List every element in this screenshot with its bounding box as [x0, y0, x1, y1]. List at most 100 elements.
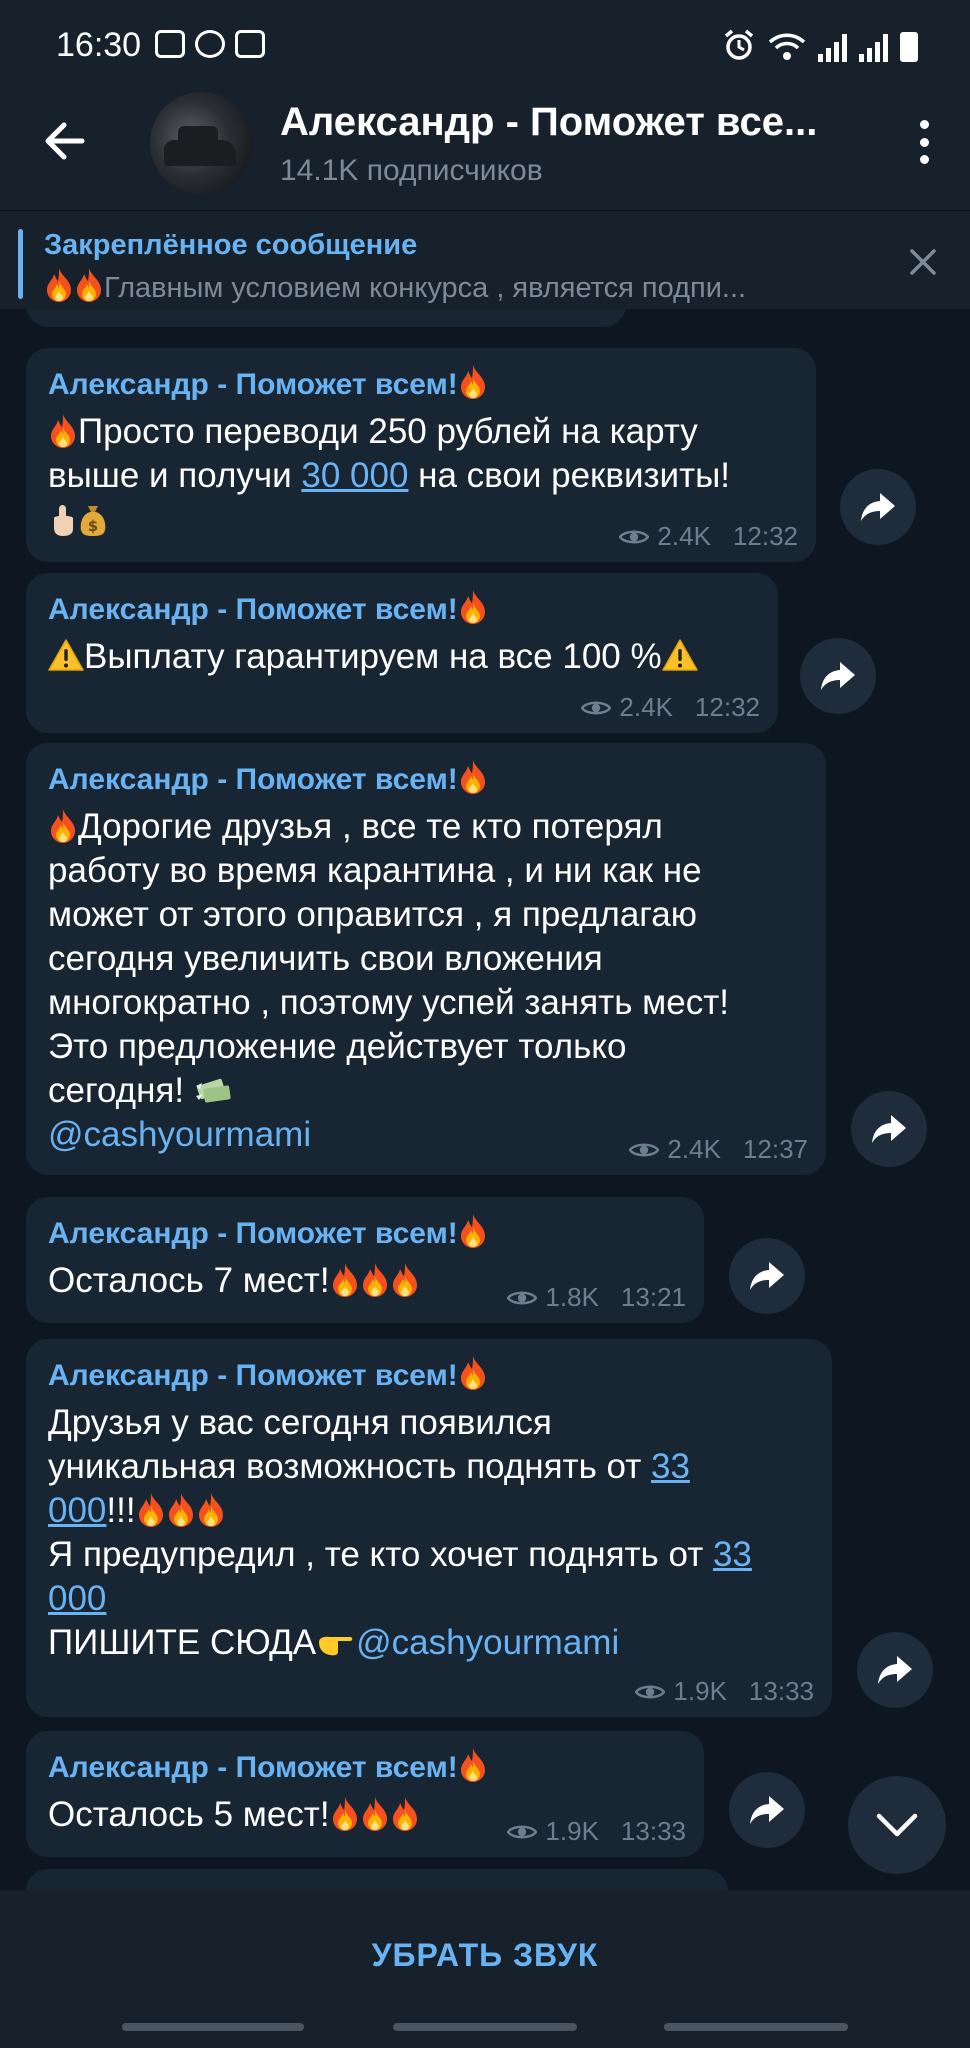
view-count: 2.4K	[619, 692, 673, 722]
notification-icons	[155, 30, 265, 58]
message-author: Александр - Поможет всем!	[48, 585, 758, 635]
pointing-hand-emoji-icon	[316, 1626, 356, 1660]
message-author: Александр - Поможет всем!	[48, 755, 806, 805]
message-time: 12:32	[694, 692, 760, 722]
mention-link[interactable]: @cashyourmami	[48, 1115, 311, 1154]
fire-emoji-icon	[74, 267, 104, 303]
forward-button[interactable]	[800, 638, 876, 714]
pinned-preview: Главным условием конкурса , является под…	[44, 267, 864, 305]
views-icon	[507, 1823, 537, 1841]
message-bubble[interactable]: Александр - Поможет всем! Дорогие друзья…	[26, 743, 826, 1175]
message-bubble[interactable]: Александр - Поможет всем! Осталось 7 мес…	[26, 1197, 704, 1323]
message-bubble[interactable]: Александр - Поможет всем! Друзья у вас с…	[26, 1339, 832, 1717]
message-text: Дорогие друзья , все те кто потерял рабо…	[48, 807, 729, 1154]
channel-title[interactable]: Александр - Поможет все...	[280, 100, 817, 145]
share-icon	[820, 660, 856, 692]
signal-2-icon	[859, 34, 888, 62]
message-bubble-partial	[26, 309, 626, 327]
pinned-text: Главным условием конкурса , является под…	[104, 272, 747, 304]
more-menu-icon[interactable]	[918, 120, 930, 164]
chevron-down-icon	[876, 1813, 918, 1837]
fire-emoji-icon	[458, 1355, 488, 1391]
flying-money-emoji-icon	[194, 1074, 234, 1108]
message-text: Друзья у вас сегодня появился уникальная…	[48, 1403, 752, 1662]
fire-emoji-icon	[196, 1492, 226, 1528]
fire-emoji-icon	[360, 1262, 390, 1298]
fire-emoji-icon	[458, 589, 488, 625]
share-icon	[749, 1260, 785, 1292]
amount-link[interactable]: 30 000	[301, 456, 408, 495]
views-icon	[507, 1289, 537, 1307]
share-icon	[749, 1794, 785, 1826]
status-bar: 16:30	[0, 0, 970, 80]
message-time: 12:37	[742, 1134, 808, 1164]
message-time: 12:32	[732, 521, 798, 551]
amount-link[interactable]: 000	[48, 1579, 106, 1618]
message-bubble-partial	[26, 1869, 728, 1890]
battery-icon	[900, 32, 918, 62]
view-count: 2.4K	[667, 1134, 721, 1164]
message-time: 13:33	[620, 1816, 686, 1846]
nav-recent-button[interactable]	[122, 2023, 304, 2031]
mute-button[interactable]: УБРАТЬ ЗВУК	[0, 1890, 970, 2020]
forward-button[interactable]	[851, 1091, 927, 1167]
whatsapp-icon	[195, 30, 225, 58]
message-author: Александр - Поможет всем!	[48, 1743, 684, 1793]
views-icon	[629, 1141, 659, 1159]
subscriber-count: 14.1K подписчиков	[280, 154, 543, 187]
nav-back-button[interactable]	[664, 2023, 848, 2031]
message-bubble[interactable]: Александр - Поможет всем! Просто перевод…	[26, 348, 816, 562]
fire-emoji-icon	[390, 1796, 420, 1832]
fire-emoji-icon	[458, 1213, 488, 1249]
channel-avatar[interactable]	[150, 92, 252, 194]
wifi-icon	[768, 33, 806, 60]
fire-emoji-icon	[48, 413, 78, 449]
view-count: 1.9K	[673, 1676, 727, 1706]
fire-emoji-icon	[136, 1492, 166, 1528]
view-count: 2.4K	[657, 521, 711, 551]
message-meta: 1.8K 13:21	[507, 1282, 686, 1313]
back-arrow-icon[interactable]	[40, 116, 90, 166]
viber-icon	[235, 30, 265, 58]
bottom-bar: УБРАТЬ ЗВУК	[0, 1890, 970, 2048]
fire-emoji-icon	[330, 1262, 360, 1298]
message-meta: 1.9K 13:33	[507, 1816, 686, 1847]
mention-link[interactable]: @cashyourmami	[356, 1623, 619, 1662]
message-meta: 2.4K 12:32	[581, 692, 760, 723]
forward-button[interactable]	[840, 469, 916, 545]
fire-emoji-icon	[166, 1492, 196, 1528]
pinned-message-bar[interactable]: Закреплённое сообщение Главным условием …	[0, 210, 970, 309]
message-meta: 1.9K 13:33	[635, 1676, 814, 1707]
amount-link[interactable]: 33	[713, 1535, 752, 1574]
view-count: 1.8K	[545, 1282, 599, 1312]
scroll-down-button[interactable]	[848, 1776, 946, 1874]
chat-header: Александр - Поможет все... 14.1K подписч…	[0, 80, 970, 210]
share-icon	[871, 1113, 907, 1145]
system-icons	[722, 28, 918, 62]
money-bag-emoji-icon	[78, 503, 108, 537]
fire-emoji-icon	[360, 1796, 390, 1832]
message-list[interactable]: Александр - Поможет всем! Просто перевод…	[0, 309, 970, 1890]
views-icon	[581, 699, 611, 717]
message-meta: 2.4K 12:37	[629, 1134, 808, 1165]
views-icon	[619, 528, 649, 546]
pinned-label: Закреплённое сообщение	[44, 229, 418, 261]
fire-emoji-icon	[458, 759, 488, 795]
message-time: 13:33	[748, 1676, 814, 1706]
signal-icon	[818, 34, 847, 62]
message-author: Александр - Поможет всем!	[48, 1351, 812, 1401]
warning-emoji-icon	[48, 638, 84, 672]
close-icon[interactable]	[908, 247, 938, 277]
message-bubble[interactable]: Александр - Поможет всем! Выплату гарант…	[26, 573, 778, 733]
message-author: Александр - Поможет всем!	[48, 1209, 684, 1259]
nav-home-button[interactable]	[393, 2023, 577, 2031]
share-icon	[877, 1654, 913, 1686]
forward-button[interactable]	[729, 1238, 805, 1314]
views-icon	[635, 1683, 665, 1701]
amount-link[interactable]: 33	[651, 1447, 690, 1486]
amount-link[interactable]: 000	[48, 1491, 106, 1530]
index-finger-emoji-icon	[48, 503, 78, 537]
forward-button[interactable]	[729, 1772, 805, 1848]
message-bubble[interactable]: Александр - Поможет всем! Осталось 5 мес…	[26, 1731, 704, 1857]
forward-button[interactable]	[857, 1632, 933, 1708]
